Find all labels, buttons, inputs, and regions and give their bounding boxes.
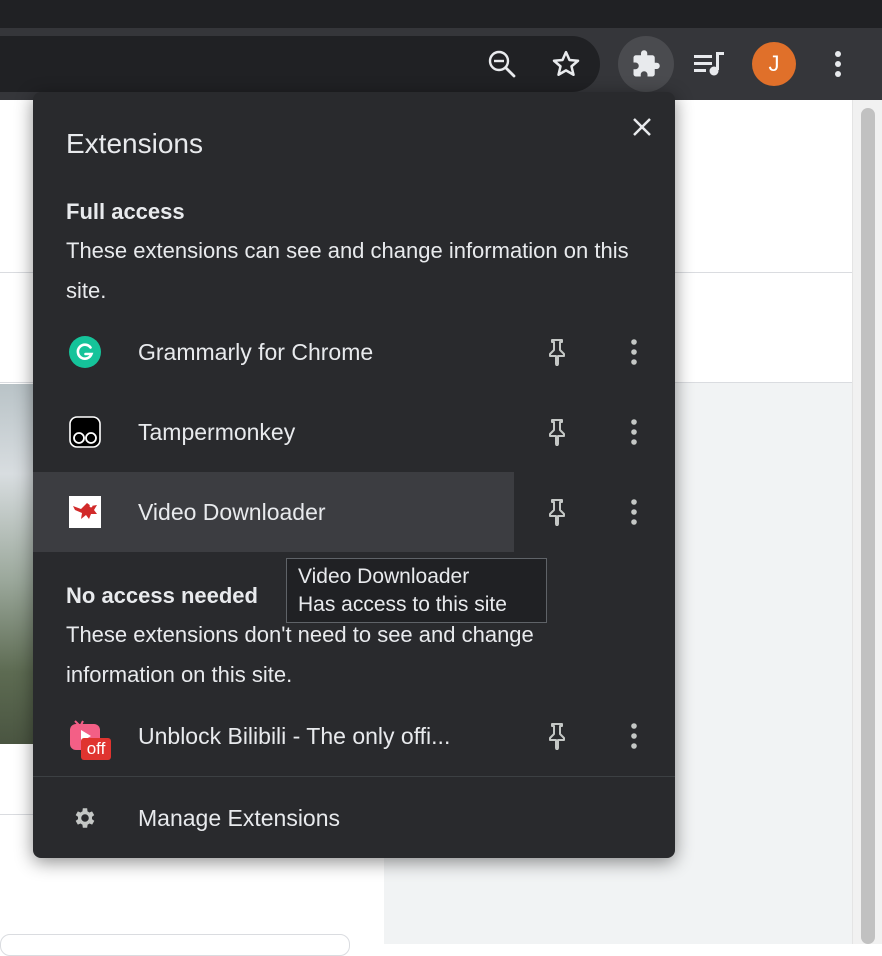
extension-row-tampermonkey[interactable]: Tampermonkey: [33, 392, 675, 472]
pin-icon[interactable]: [541, 416, 573, 448]
more-vert-icon[interactable]: [619, 720, 649, 752]
extension-name: Grammarly for Chrome: [138, 339, 374, 365]
manage-extensions-button[interactable]: Manage Extensions: [33, 778, 675, 858]
extensions-button[interactable]: [618, 36, 674, 92]
close-icon[interactable]: [625, 110, 659, 144]
pin-icon[interactable]: [541, 720, 573, 752]
full-access-description: These extensions can see and change info…: [66, 238, 629, 303]
extension-name: Video Downloader: [138, 499, 326, 525]
popup-divider: [33, 776, 675, 777]
more-vert-icon[interactable]: [619, 496, 649, 528]
extension-row-grammarly[interactable]: Grammarly for Chrome: [33, 312, 675, 392]
title-bar: [0, 0, 882, 28]
gear-icon: [69, 802, 101, 834]
page-image[interactable]: [0, 384, 34, 744]
extension-tooltip: Video Downloader Has access to this site: [286, 558, 547, 623]
popup-title: Extensions: [66, 128, 203, 159]
more-vert-icon[interactable]: [619, 416, 649, 448]
video-downloader-icon: [69, 496, 101, 528]
extension-row-video-downloader[interactable]: Video Downloader: [33, 472, 675, 552]
off-badge: off: [81, 738, 111, 760]
manage-extensions-label: Manage Extensions: [138, 805, 341, 831]
tooltip-title: Video Downloader: [298, 565, 470, 588]
extension-name: Unblock Bilibili - The only offi...: [138, 723, 451, 749]
puzzle-icon: [631, 49, 661, 79]
media-queue-icon[interactable]: [690, 46, 728, 82]
bilibili-icon: off: [69, 720, 111, 760]
full-access-heading: Full access: [66, 199, 185, 224]
tampermonkey-icon: [69, 416, 101, 448]
extension-row-bilibili[interactable]: off Unblock Bilibili - The only offi...: [33, 696, 675, 776]
extension-name: Tampermonkey: [138, 419, 296, 445]
scrollbar-thumb[interactable]: [861, 108, 875, 944]
pin-icon[interactable]: [541, 496, 573, 528]
no-access-heading: No access needed: [66, 583, 258, 608]
page-input-outline[interactable]: [0, 934, 350, 956]
pin-icon[interactable]: [541, 336, 573, 368]
tooltip-subtitle: Has access to this site: [298, 593, 507, 616]
more-vert-icon[interactable]: [619, 336, 649, 368]
grammarly-icon: [69, 336, 101, 368]
star-icon[interactable]: [548, 46, 584, 82]
profile-avatar[interactable]: J: [752, 42, 796, 86]
extensions-popup: Extensions Full access These extensions …: [33, 92, 675, 858]
no-access-description: These extensions don't need to see and c…: [66, 622, 534, 687]
more-vert-icon[interactable]: [824, 46, 852, 82]
zoom-out-icon[interactable]: [484, 46, 520, 82]
